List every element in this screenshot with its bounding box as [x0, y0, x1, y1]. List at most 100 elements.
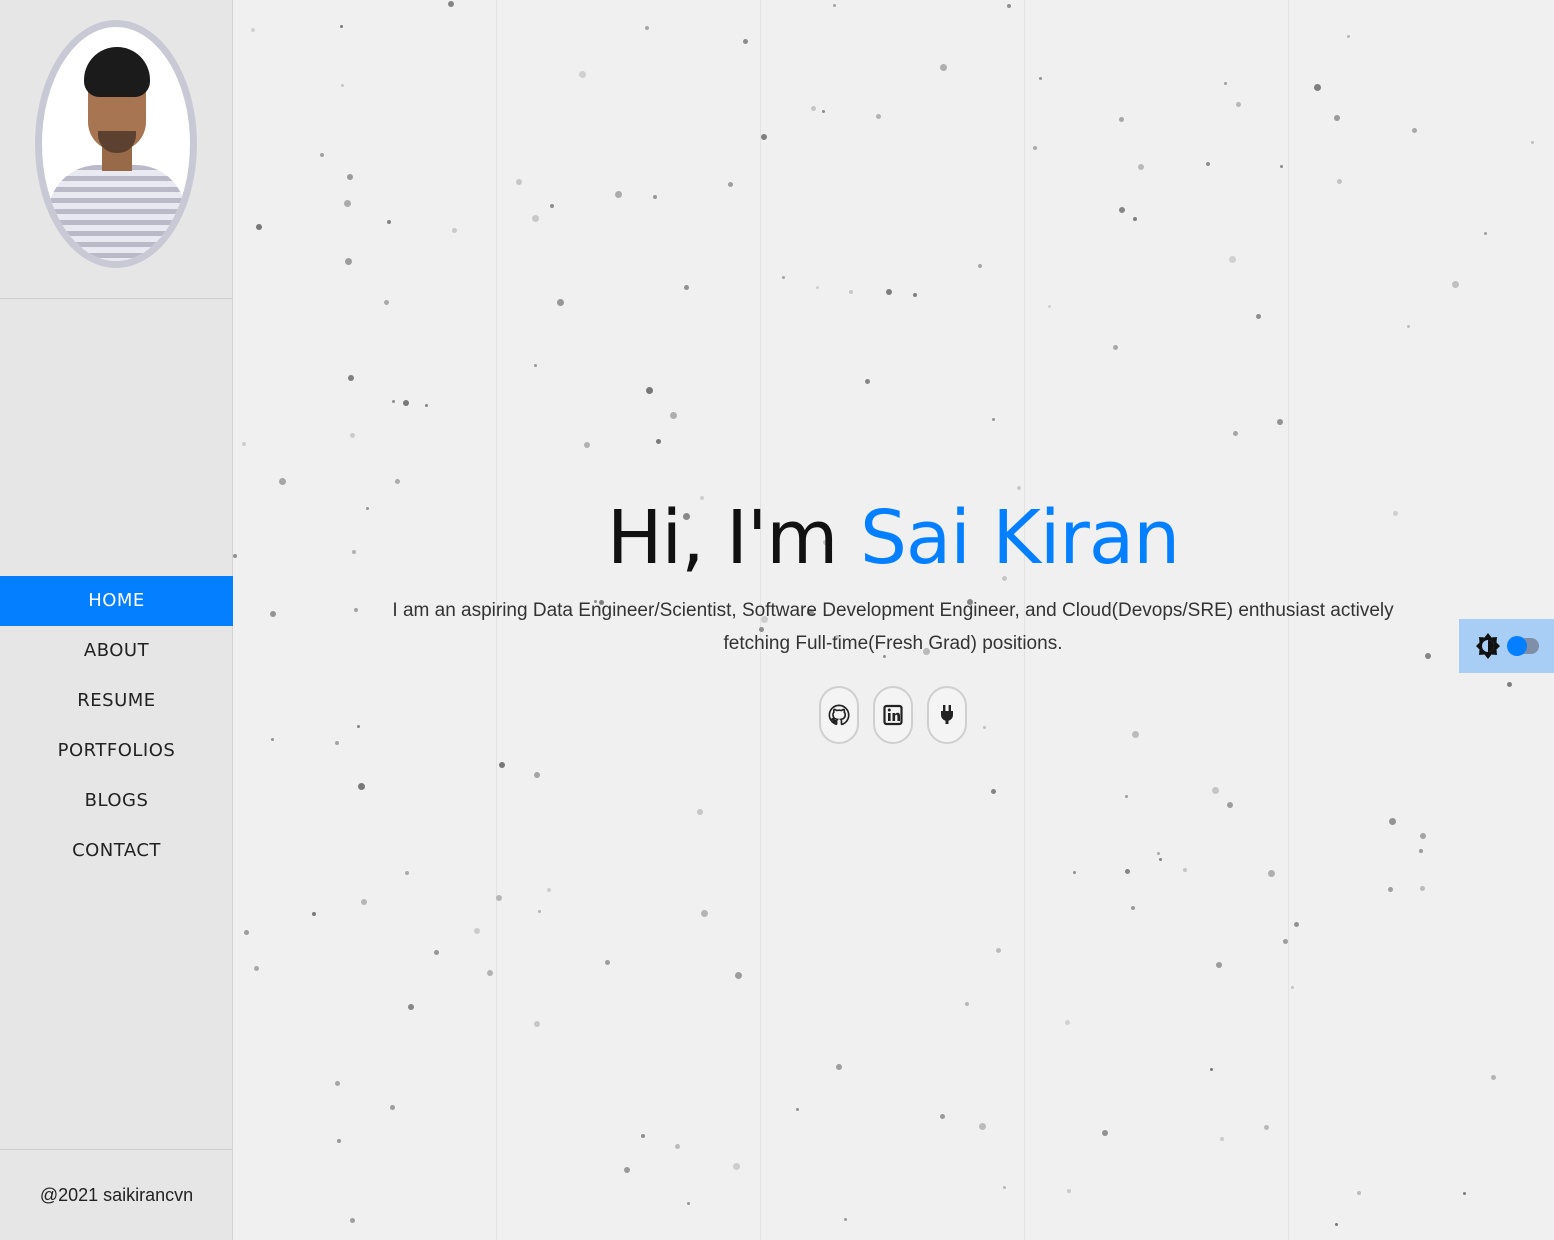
particle-dot [978, 264, 982, 268]
particle-dot [646, 387, 653, 394]
particle-dot [1125, 869, 1130, 874]
particle-dot [1224, 82, 1227, 85]
particle-dot [584, 442, 590, 448]
particle-dot [733, 1163, 740, 1170]
hero-area: Hi, I'm Sai Kiran I am an aspiring Data … [233, 0, 1554, 1240]
particle-dot [452, 228, 457, 233]
particle-dot [1007, 4, 1011, 8]
particle-dot [1264, 1125, 1269, 1130]
particle-dot [1125, 795, 1128, 798]
particle-dot [992, 418, 995, 421]
particle-dot [1294, 922, 1299, 927]
particle-dot [1206, 162, 1210, 166]
particle-dot [1067, 1189, 1071, 1193]
theme-switch[interactable] [1506, 636, 1539, 656]
github-icon [828, 704, 850, 726]
particle-dot [1452, 281, 1459, 288]
particle-dot [979, 1123, 986, 1130]
particle-dot [1420, 886, 1425, 891]
nav-item-resume[interactable]: RESUME [0, 676, 233, 726]
particle-dot [347, 174, 353, 180]
hero: Hi, I'm Sai Kiran I am an aspiring Data … [363, 490, 1423, 744]
particle-dot [1003, 1186, 1006, 1189]
particle-dot [743, 39, 748, 44]
particle-dot [557, 299, 564, 306]
particle-dot [1425, 653, 1431, 659]
plug-link[interactable] [927, 686, 967, 744]
particle-dot [1335, 1223, 1338, 1226]
particle-dot [940, 64, 947, 71]
particle-dot [532, 215, 539, 222]
particle-dot [1119, 207, 1125, 213]
particle-dot [244, 930, 249, 935]
particle-dot [605, 960, 610, 965]
particle-dot [233, 554, 237, 558]
theme-switch-knob[interactable] [1506, 636, 1527, 656]
particle-dot [403, 400, 409, 406]
particle-dot [886, 289, 892, 295]
particle-dot [1065, 1020, 1070, 1025]
particle-dot [1131, 906, 1135, 910]
particle-dot [534, 772, 540, 778]
particle-dot [991, 789, 996, 794]
particle-dot [1138, 164, 1144, 170]
particle-dot [684, 285, 689, 290]
particle-dot [395, 479, 400, 484]
hero-title: Hi, I'm Sai Kiran [363, 490, 1423, 586]
particle-dot [256, 224, 262, 230]
particle-dot [408, 1004, 414, 1010]
particle-dot [1314, 84, 1321, 91]
particle-dot [1419, 849, 1423, 853]
nav-item-about[interactable]: ABOUT [0, 626, 233, 676]
particle-dot [940, 1114, 945, 1119]
particle-dot [434, 950, 439, 955]
particle-dot [965, 1002, 969, 1006]
particle-dot [1531, 141, 1534, 144]
particle-dot [348, 375, 354, 381]
particle-dot [425, 404, 428, 407]
particle-dot [1388, 887, 1393, 892]
github-link[interactable] [819, 686, 859, 744]
nav-item-contact[interactable]: CONTACT [0, 826, 233, 876]
plug-icon [941, 705, 953, 724]
particle-dot [254, 966, 259, 971]
particle-dot [496, 895, 502, 901]
particle-dot [448, 1, 454, 7]
hero-name: Sai Kiran [859, 495, 1180, 581]
particle-dot [474, 928, 480, 934]
particle-dot [487, 970, 493, 976]
particle-dot [1236, 102, 1241, 107]
particle-dot [844, 1218, 847, 1221]
nav-item-home[interactable]: HOME [0, 576, 233, 626]
particle-dot [1113, 345, 1118, 350]
intro-start: I am an aspiring [392, 600, 533, 621]
particle-dot [312, 912, 316, 916]
particle-dot [1157, 852, 1160, 855]
particle-dot [641, 1134, 645, 1138]
particle-dot [344, 200, 351, 207]
particle-dot [538, 910, 541, 913]
particle-dot [1347, 35, 1350, 38]
particle-dot [1507, 682, 1512, 687]
particle-dot [350, 1218, 355, 1223]
particle-dot [384, 300, 389, 305]
particle-dot [761, 134, 767, 140]
particle-dot [534, 364, 537, 367]
nav-item-blogs[interactable]: BLOGS [0, 776, 233, 826]
particle-dot [876, 114, 881, 119]
linkedin-link[interactable] [873, 686, 913, 744]
hero-greeting: Hi, I'm [606, 495, 839, 581]
brightness-icon [1475, 633, 1500, 659]
particle-dot [1491, 1075, 1496, 1080]
particle-dot [340, 25, 343, 28]
nav-item-portfolios[interactable]: PORTFOLIOS [0, 726, 233, 776]
particle-dot [337, 1139, 341, 1143]
particle-dot [1407, 325, 1410, 328]
particle-dot [1073, 871, 1076, 874]
particle-dot [996, 948, 1001, 953]
particle-dot [335, 741, 339, 745]
particle-dot [1389, 818, 1396, 825]
particle-dot [1256, 314, 1261, 319]
particle-dot [270, 611, 276, 617]
particle-dot [547, 888, 551, 892]
